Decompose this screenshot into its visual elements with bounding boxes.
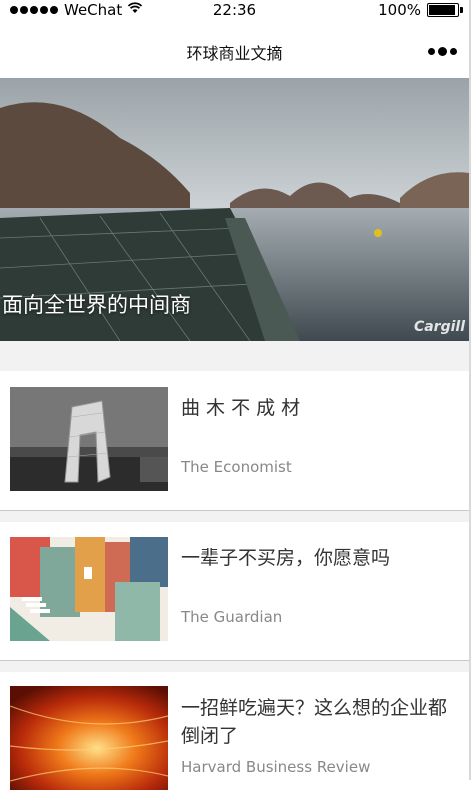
article-source: The Guardian	[181, 608, 283, 626]
app-frame: WeChat 22:36 100% 环球商业文摘 面向全世界的中间商 Cargi…	[0, 0, 471, 792]
hero-watermark: Cargill	[413, 319, 465, 335]
article-card[interactable]: 一辈子不买房，你愿意吗 The Guardian	[0, 522, 469, 661]
article-card[interactable]: 一招鲜吃遍天？这么想的企业都倒闭了 Harvard Business Revie…	[0, 672, 469, 792]
section-divider	[0, 511, 469, 522]
more-menu-icon[interactable]	[428, 47, 457, 56]
article-title: 曲 木 不 成 材	[181, 397, 301, 419]
article-thumbnail	[10, 537, 168, 641]
article-title: 一招鲜吃遍天？这么想的企业都倒闭了	[181, 697, 448, 747]
battery-percent: 100%	[378, 1, 421, 19]
status-bar: WeChat 22:36 100%	[0, 0, 469, 22]
article-card[interactable]: 曲 木 不 成 材 The Economist	[0, 372, 469, 511]
battery-icon	[427, 3, 463, 17]
section-divider	[0, 341, 469, 371]
article-source: Harvard Business Review	[181, 758, 371, 776]
section-divider	[0, 661, 469, 672]
hero-caption: 面向全世界的中间商	[2, 293, 191, 317]
page-title: 环球商业文摘	[186, 44, 283, 63]
article-source: The Economist	[181, 458, 292, 476]
hero-banner[interactable]: 面向全世界的中间商 Cargill	[0, 78, 469, 341]
article-thumbnail	[10, 387, 168, 491]
article-title: 一辈子不买房，你愿意吗	[181, 547, 391, 569]
nav-bar: 环球商业文摘	[0, 22, 469, 78]
article-thumbnail	[10, 686, 168, 790]
